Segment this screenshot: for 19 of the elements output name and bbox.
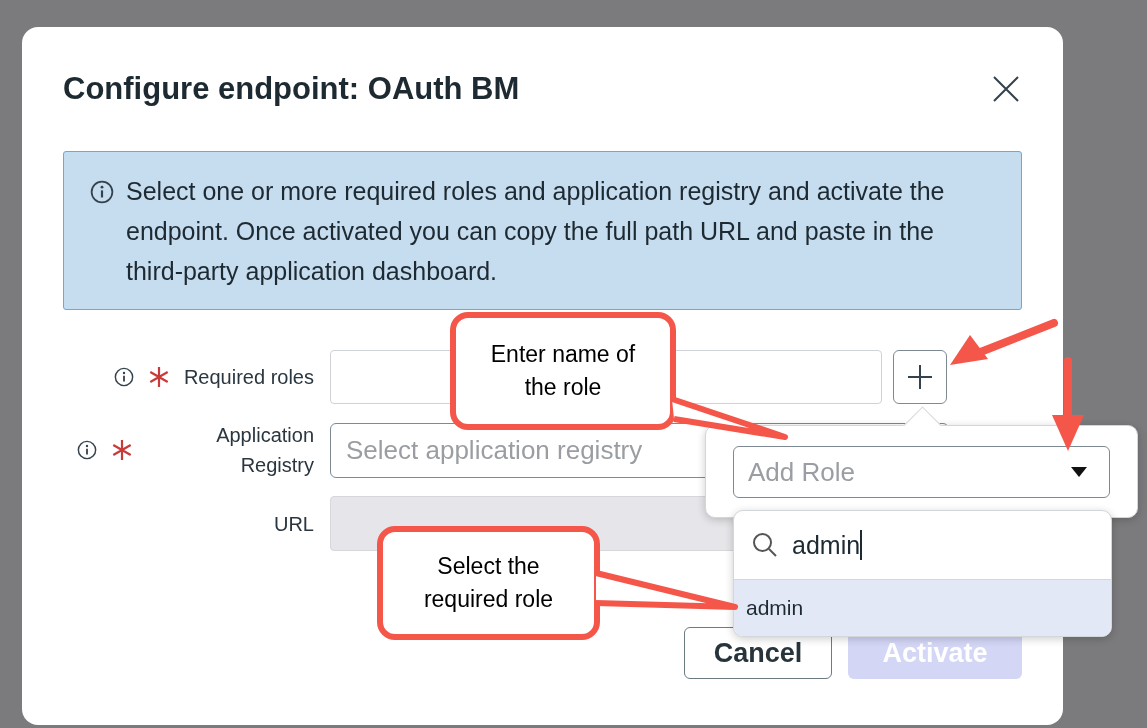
search-icon xyxy=(752,532,778,558)
search-field[interactable]: admin xyxy=(792,530,863,560)
info-icon xyxy=(90,180,114,204)
asterisk-icon xyxy=(111,439,133,461)
field-label: Application Registry xyxy=(215,423,314,478)
dropdown-option[interactable]: admin xyxy=(734,580,1111,636)
close-icon xyxy=(992,75,1020,103)
field-label: Required roles xyxy=(183,365,314,390)
info-icon xyxy=(113,367,134,387)
callout-text: Enter name of the role xyxy=(489,340,637,402)
field-label: URL xyxy=(274,511,314,537)
info-text: Select one or more required roles and application registry and activate the endpoint. Once activated you can copy the full path URL and paste in the third-party application dashboard. xyxy=(126,176,946,287)
asterisk-icon xyxy=(147,366,170,388)
callout-text: Select the required role xyxy=(422,552,555,614)
dialog-title: Configure endpoint: OAuth BM xyxy=(63,71,520,107)
info-icon xyxy=(77,440,97,460)
plus-icon xyxy=(907,364,933,390)
caret-icon xyxy=(1071,467,1087,477)
add-button[interactable] xyxy=(893,350,947,404)
